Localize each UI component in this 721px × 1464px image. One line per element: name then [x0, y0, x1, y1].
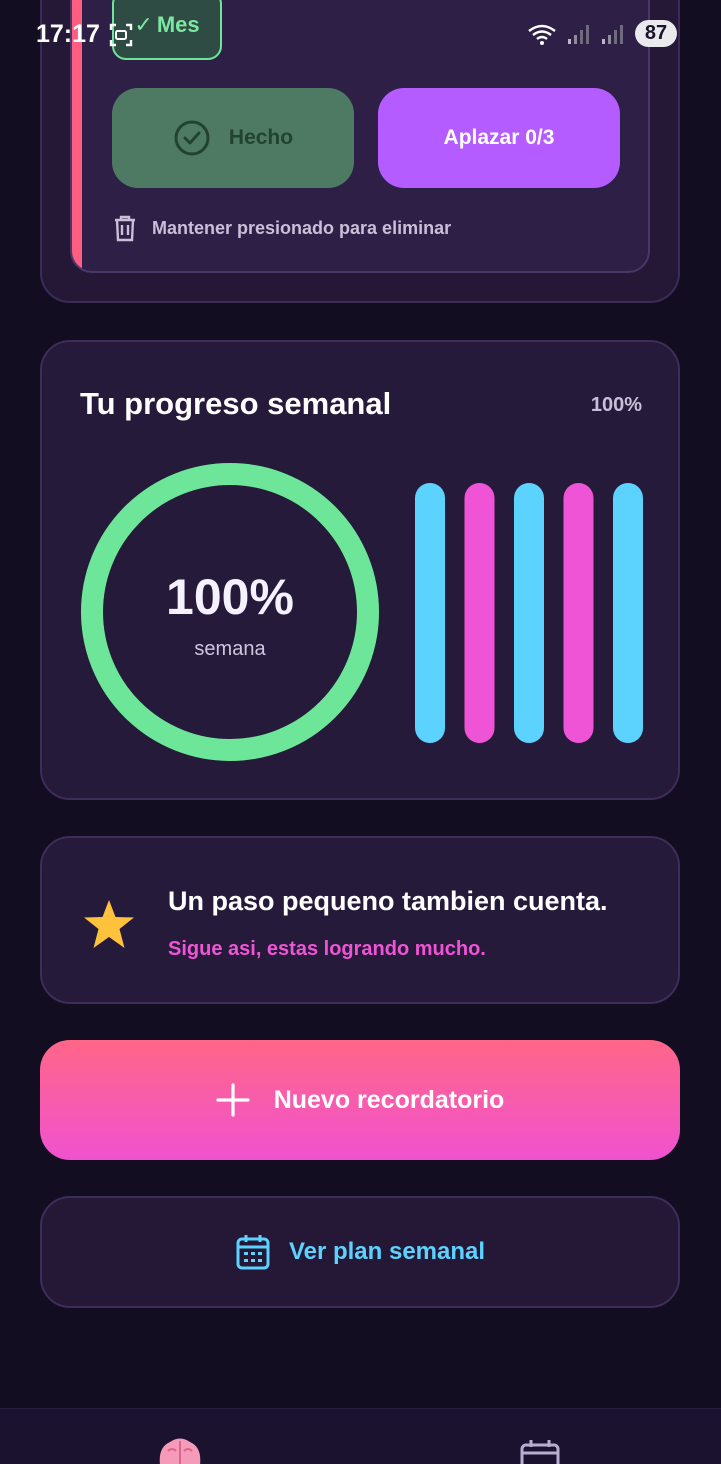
bottom-nav [0, 1408, 721, 1464]
screen-record-icon [109, 23, 133, 47]
motivation-title: Un paso pequeno tambien cuenta. [168, 886, 608, 916]
progress-ring-value: 100% [166, 569, 294, 625]
status-icons: 87 [527, 20, 677, 47]
new-reminder-label: Nuevo recordatorio [273, 1085, 505, 1114]
trash-icon [115, 215, 135, 242]
weekly-plan-button[interactable]: Ver plan semanal [40, 1196, 680, 1308]
brain-icon[interactable] [156, 1437, 204, 1464]
motivation-subtitle: Sigue asi, estas logrando mucho. [168, 938, 486, 960]
done-button-label: Hecho [228, 126, 294, 149]
weekly-bar-1 [415, 483, 445, 743]
delete-hint-text: Mantener presionado para eliminar [152, 217, 452, 238]
signal-icon [568, 24, 589, 44]
progress-ring: 100% semana [80, 462, 380, 762]
star-icon [84, 900, 134, 948]
postpone-button-label: Aplazar 0/3 [443, 126, 555, 149]
weekly-progress-title: Tu progreso semanal [80, 386, 392, 421]
signal-icon [602, 24, 623, 44]
calendar-icon [236, 1235, 270, 1270]
done-button[interactable]: Hecho [112, 88, 354, 188]
motivation-card: Un paso pequeno tambien cuenta. Sigue as… [40, 836, 680, 1004]
weekly-plan-label: Ver plan semanal [288, 1238, 486, 1265]
weekly-bar-3 [514, 483, 544, 743]
weekly-bars [415, 483, 643, 743]
weekly-bar-2 [464, 483, 495, 743]
battery-indicator: 87 [635, 20, 677, 47]
new-reminder-button[interactable]: Nuevo recordatorio [40, 1040, 680, 1160]
check-circle-icon [174, 120, 210, 156]
status-time: 17:17 [36, 20, 100, 48]
progress-ring-caption: semana [194, 638, 266, 660]
calendar-icon[interactable] [520, 1439, 560, 1464]
delete-hint: Mantener presionado para eliminar [112, 214, 451, 242]
weekly-bar-4 [563, 483, 594, 743]
postpone-button[interactable]: Aplazar 0/3 [378, 88, 620, 188]
weekly-progress-percent: 100% [590, 394, 642, 416]
status-bar: 17:17 87 [0, 0, 721, 68]
wifi-icon [528, 24, 556, 45]
weekly-bar-5 [613, 483, 643, 743]
weekly-progress-card: Tu progreso semanal 100% 100% semana [40, 340, 680, 800]
plus-icon [216, 1083, 250, 1117]
